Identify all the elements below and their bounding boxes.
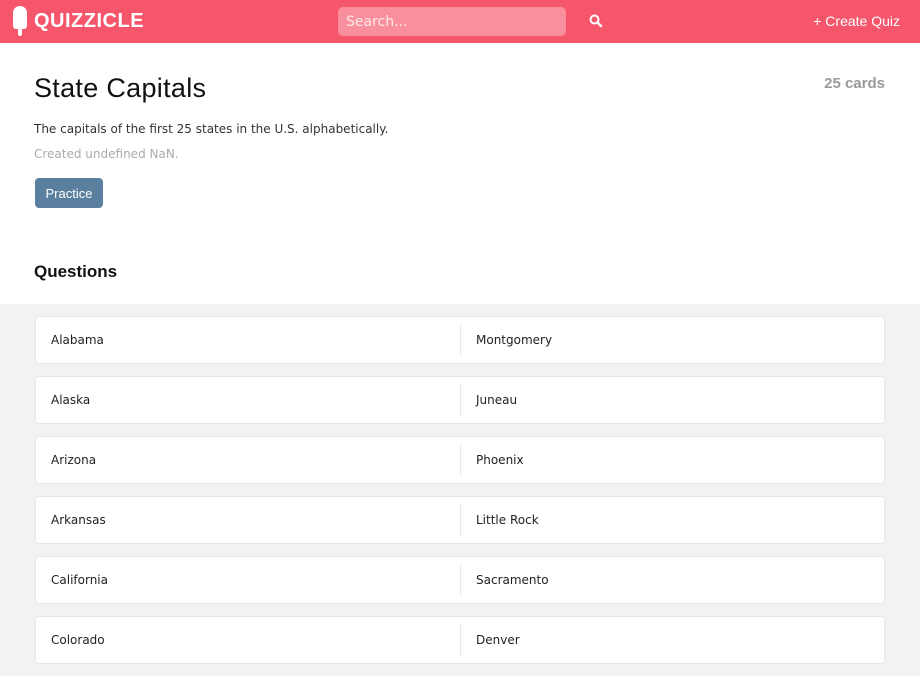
quiz-description: The capitals of the first 25 states in t… [34,122,389,136]
popsicle-icon [12,6,28,36]
card-definition: Little Rock [476,513,539,527]
card-definition: Juneau [476,393,518,407]
top-navbar: QUIZZICLE + Create Quiz [0,0,920,43]
card-divider [460,324,461,356]
card-term: Arizona [51,453,97,467]
quiz-header: State Capitals 25 cards The capitals of … [0,43,920,304]
question-card: Arizona Phoenix [35,436,885,484]
card-divider [460,444,461,476]
card-divider [460,624,461,656]
card-definition: Sacramento [476,573,549,587]
question-card: Arkansas Little Rock [35,496,885,544]
practice-button[interactable]: Practice [35,178,103,208]
question-card: Alaska Juneau [35,376,885,424]
card-term: Arkansas [51,513,106,527]
card-definition: Phoenix [476,453,524,467]
create-quiz-link[interactable]: + Create Quiz [813,13,900,29]
card-term: California [51,573,108,587]
card-term: Colorado [51,633,105,647]
card-term: Alaska [51,393,91,407]
card-term: Alabama [51,333,104,347]
page-title: State Capitals [34,73,207,103]
question-card: Alabama Montgomery [35,316,885,364]
card-divider [460,564,461,596]
question-card: California Sacramento [35,556,885,604]
question-card: Colorado Denver [35,616,885,664]
search-button[interactable] [586,11,606,31]
quiz-created-date: Created undefined NaN. [34,147,179,161]
questions-list: Alabama Montgomery Alaska Juneau Arizona… [35,316,885,676]
card-count: 25 cards [824,75,885,92]
logo-text: QUIZZICLE [34,9,145,32]
questions-heading: Questions [34,262,118,281]
quizzicle-logo[interactable]: QUIZZICLE [12,6,144,36]
card-definition: Denver [476,633,520,647]
card-divider [460,504,461,536]
card-divider [460,384,461,416]
search-input[interactable] [338,7,566,36]
card-definition: Montgomery [476,333,553,347]
search-icon [589,14,603,28]
